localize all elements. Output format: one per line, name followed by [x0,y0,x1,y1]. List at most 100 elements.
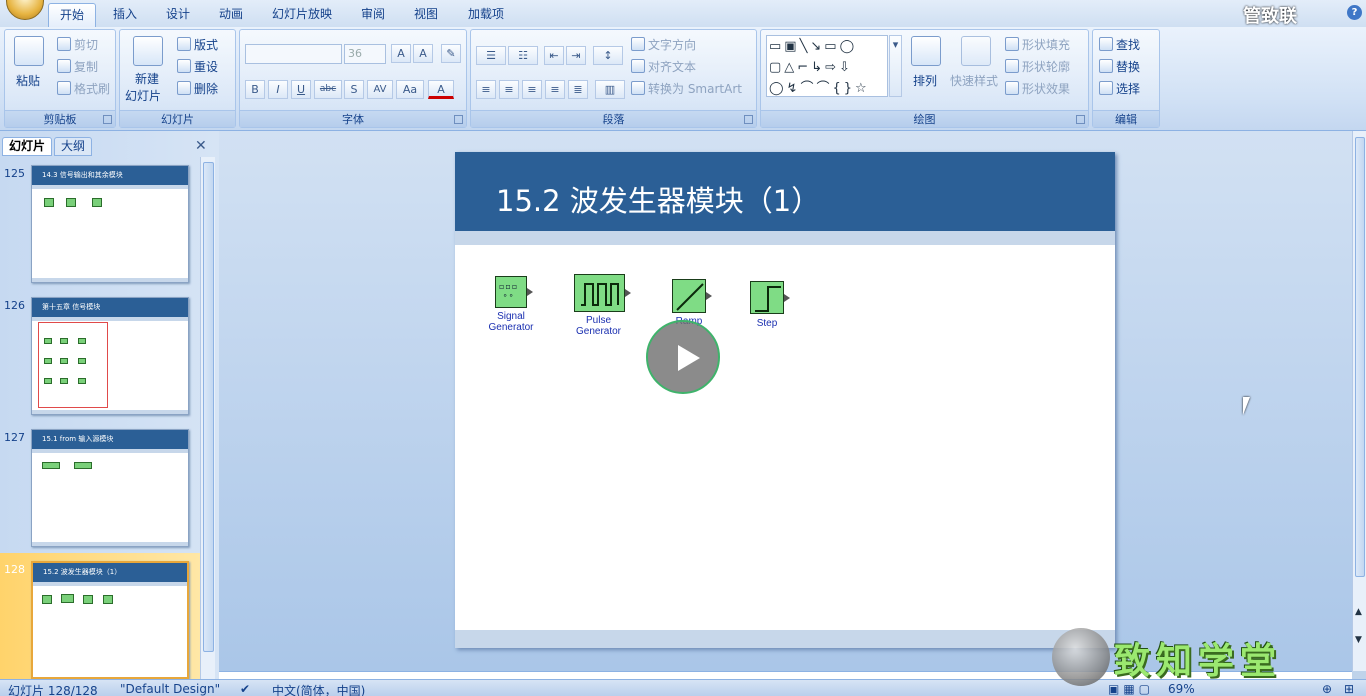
reset-button[interactable]: 重设 [177,58,218,75]
binoculars-icon [1099,37,1113,51]
fit-window-icon[interactable]: ⊞ [1344,682,1354,696]
list-item[interactable]: 127 15.1 from 输入源模块 [0,421,200,547]
clear-format-button[interactable]: ✎ [441,44,461,63]
align-text-button[interactable]: 对齐文本 [631,58,696,75]
align-left-icon[interactable]: ≡ [476,80,496,99]
copy-button[interactable]: 复制 [57,58,98,75]
format-painter-button[interactable]: 格式刷 [57,80,110,97]
find-button[interactable]: 查找 [1099,36,1140,53]
grow-font-button[interactable]: A [391,44,411,63]
shadow-button[interactable]: S [344,80,364,99]
increase-indent-icon[interactable]: ⇥ [566,46,586,65]
office-button[interactable] [6,0,44,20]
replace-button[interactable]: 替换 [1099,58,1140,75]
step-block[interactable] [750,281,790,314]
scroll-thumb[interactable] [1355,137,1365,577]
tab-addins[interactable]: 加载项 [460,3,512,27]
char-spacing-button[interactable]: AV [367,80,393,99]
view-buttons[interactable]: ▣▦▢ [1108,682,1154,696]
change-case-button[interactable]: Aa [396,80,424,99]
shape-outline-button[interactable]: 形状轮廓 [1005,58,1070,75]
tab-outline[interactable]: 大纲 [54,137,93,156]
group-paragraph: ☰ ☷ ⇤ ⇥ ↕ 文字方向 对齐文本 转换为 SmartArt ≡ ≡ ≡ ≡… [470,29,757,128]
align-right-icon[interactable]: ≡ [522,80,542,99]
shrink-font-button[interactable]: A [413,44,433,63]
font-name-combo[interactable] [245,44,342,64]
bullets-icon[interactable]: ☰ [476,46,506,65]
zoom-in-icon[interactable]: ⊕ [1322,682,1332,696]
scroll-thumb[interactable] [203,162,214,652]
tab-animations[interactable]: 动画 [210,3,252,27]
columns-icon[interactable]: ▥ [595,80,625,99]
dialog-launcher-icon[interactable] [744,115,753,124]
layout-button[interactable]: 版式 [177,36,218,53]
signal-generator-block[interactable]: ▫▫▫ ∘∘ [495,276,533,308]
spellcheck-icon[interactable]: ✔ [240,682,250,696]
decrease-indent-icon[interactable]: ⇤ [544,46,564,65]
shape-fill-label: 形状填充 [1022,38,1071,52]
select-button[interactable]: 选择 [1099,80,1140,97]
tab-insert[interactable]: 插入 [104,3,146,27]
bold-button[interactable]: B [245,80,265,99]
slide-thumbnail[interactable]: 15.2 波发生器模块（1） [31,561,189,679]
watermark-channel: 管致联 [1243,6,1297,27]
slide-counter: 幻灯片 128/128 [8,684,98,696]
delete-slide-button[interactable]: 删除 [177,80,218,97]
line-spacing-icon[interactable]: ↕ [593,46,623,65]
list-item[interactable]: 125 14.3 信号输出和其余模块 [0,157,200,283]
tab-slides[interactable]: 幻灯片 [2,137,53,156]
smartart-button[interactable]: 转换为 SmartArt [631,80,742,97]
underline-button[interactable]: U [291,80,311,99]
justify-icon[interactable]: ≡ [545,80,565,99]
quick-styles-button[interactable]: 快速样式 [950,72,998,89]
strikethrough-button[interactable]: abc [314,80,342,99]
dialog-launcher-icon[interactable] [1076,115,1085,124]
text-direction-button[interactable]: 文字方向 [631,36,696,53]
help-icon[interactable]: ? [1347,5,1362,20]
slide-canvas[interactable]: 15.2 波发生器模块（1） ▫▫▫ ∘∘ Signal Generator Pu… [455,152,1115,648]
paste-button[interactable]: 粘贴 [16,72,40,89]
thumbnail-title: 第十五章 信号模块 [32,298,188,317]
new-slide-button[interactable]: 新建 [135,70,159,87]
slide-title[interactable]: 15.2 波发生器模块（1） [496,178,820,220]
cut-button[interactable]: 剪切 [57,36,98,53]
shape-effects-button[interactable]: 形状效果 [1005,80,1070,97]
gallery-scroll-icon[interactable]: ▾ [889,35,902,97]
tab-design[interactable]: 设计 [157,3,199,27]
font-color-button[interactable]: A [428,80,454,99]
new-slide-button-label[interactable]: 幻灯片 [125,87,161,104]
arrange-button[interactable]: 排列 [913,72,937,89]
ramp-block[interactable] [672,279,712,313]
prev-slide-icon[interactable]: ▲ [1355,607,1362,617]
list-item[interactable]: 126 第十五章 信号模块 [0,289,200,415]
slide-thumbnail[interactable]: 14.3 信号输出和其余模块 [31,165,189,283]
font-size-combo[interactable]: 36 [344,44,386,64]
tab-view[interactable]: 视图 [405,3,447,27]
distribute-icon[interactable]: ≣ [568,80,588,99]
thumbnail-scrollbar[interactable] [200,157,215,679]
align-center-icon[interactable]: ≡ [499,80,519,99]
slide-thumbnail[interactable]: 第十五章 信号模块 [31,297,189,415]
list-item-selected[interactable]: 128 15.2 波发生器模块（1） [0,553,200,679]
zoom-level[interactable]: 69% [1168,682,1195,696]
dialog-launcher-icon[interactable] [103,115,112,124]
slide-thumbnail[interactable]: 15.1 from 输入源模块 [31,429,189,547]
shape-fill-button[interactable]: 形状填充 [1005,36,1070,53]
tab-home[interactable]: 开始 [48,3,96,27]
numbering-icon[interactable]: ☷ [508,46,538,65]
shape-effects-label: 形状效果 [1022,82,1071,96]
tab-review[interactable]: 审阅 [352,3,394,27]
dialog-launcher-icon[interactable] [454,115,463,124]
logo-text: 致知学堂 [1114,641,1283,682]
theme-name[interactable]: "Default Design" [120,682,220,696]
language-indicator[interactable]: 中文(简体，中国) [272,682,365,696]
tab-slideshow[interactable]: 幻灯片放映 [264,3,340,27]
italic-button[interactable]: I [268,80,288,99]
play-button[interactable] [646,320,720,394]
shapes-gallery[interactable]: ▭▣╲↘▭◯ ▢△⌐↳⇨⇩ ◯↯⌒⌒{}☆ [766,35,888,97]
next-slide-icon[interactable]: ▼ [1355,635,1362,645]
close-panel-icon[interactable]: ✕ [195,138,207,154]
stage-scrollbar[interactable]: ▲ ▼ [1352,131,1366,671]
pulse-generator-block[interactable] [574,274,631,312]
slide-number: 126 [4,299,25,312]
